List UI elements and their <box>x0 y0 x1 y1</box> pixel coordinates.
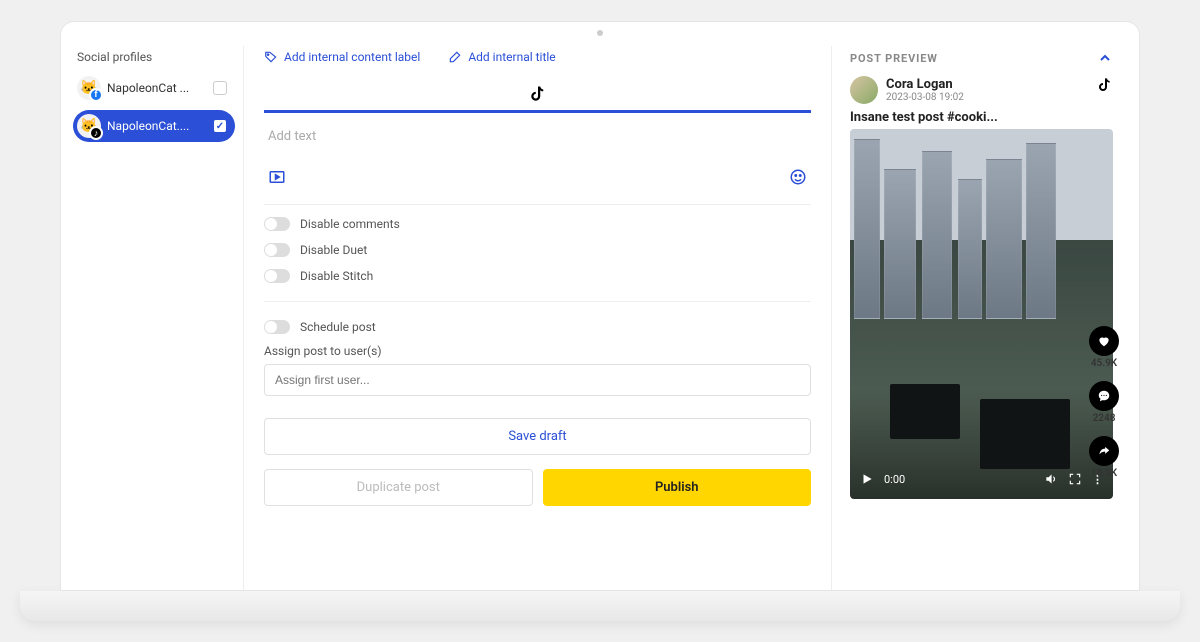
sidebar: Social profiles 🐱 f NapoleonCat ... 🐱 ♪ … <box>73 46 243 590</box>
preview-title: POST PREVIEW <box>850 52 938 65</box>
comment-count: 2248 <box>1093 413 1116 424</box>
camera-dot <box>597 30 603 36</box>
toggle-disable-comments[interactable]: Disable comments <box>264 217 811 231</box>
volume-icon[interactable] <box>1044 472 1058 486</box>
social-profile-facebook[interactable]: 🐱 f NapoleonCat ... <box>73 72 235 104</box>
tiktok-badge-icon: ♪ <box>89 126 103 140</box>
tiktok-icon <box>529 84 547 104</box>
toggle-switch[interactable] <box>264 243 290 257</box>
profile-checkbox[interactable] <box>213 81 227 95</box>
edit-icon <box>448 50 462 64</box>
save-draft-button[interactable]: Save draft <box>264 418 811 455</box>
link-text: Add internal title <box>468 50 555 64</box>
building-graphic <box>854 139 880 319</box>
like-count: 45.9K <box>1091 358 1117 369</box>
tiktok-icon <box>1097 76 1113 94</box>
building-graphic <box>884 169 916 319</box>
profile-label: NapoleonCat.... <box>107 119 207 133</box>
building-graphic <box>922 151 952 319</box>
toggle-label: Disable Stitch <box>300 269 373 283</box>
toggle-schedule-post[interactable]: Schedule post <box>264 320 811 334</box>
toggle-switch[interactable] <box>264 320 290 334</box>
avatar: 🐱 ♪ <box>77 114 101 138</box>
add-content-label-link[interactable]: Add internal content label <box>264 50 420 64</box>
emoji-picker-icon[interactable] <box>789 168 807 186</box>
toggle-label: Schedule post <box>300 320 376 334</box>
facebook-badge-icon: f <box>89 88 103 102</box>
share-count: 10.8K <box>1091 468 1117 479</box>
duplicate-post-button[interactable]: Duplicate post <box>264 469 533 506</box>
building-graphic <box>958 179 982 319</box>
laptop-base <box>20 591 1180 621</box>
preview-timestamp: 2023-03-08 19:02 <box>886 92 964 103</box>
tag-icon <box>264 50 278 64</box>
profile-label: NapoleonCat ... <box>107 81 207 95</box>
link-text: Add internal content label <box>284 50 420 64</box>
composer: Add internal content label Add internal … <box>243 46 832 590</box>
media-attach-icon[interactable] <box>268 168 286 186</box>
like-icon[interactable] <box>1089 326 1119 356</box>
video-time: 0:00 <box>884 473 905 486</box>
toggle-switch[interactable] <box>264 269 290 283</box>
play-icon[interactable] <box>860 472 874 486</box>
assign-label: Assign post to user(s) <box>264 344 811 358</box>
preview-caption: Insane test post #cooki... <box>850 110 1113 125</box>
preview-avatar <box>850 76 878 104</box>
avatar: 🐱 f <box>77 76 101 100</box>
toggle-label: Disable Duet <box>300 243 367 257</box>
post-text-input[interactable]: Add text <box>264 113 811 168</box>
toggle-disable-duet[interactable]: Disable Duet <box>264 243 811 257</box>
share-icon[interactable] <box>1089 436 1119 466</box>
building-graphic <box>986 159 1022 319</box>
fullscreen-icon[interactable] <box>1068 472 1082 486</box>
social-profile-tiktok[interactable]: 🐱 ♪ NapoleonCat.... ✓ <box>73 110 235 142</box>
comment-icon[interactable] <box>1089 381 1119 411</box>
toggle-disable-stitch[interactable]: Disable Stitch <box>264 269 811 283</box>
post-preview-panel: POST PREVIEW Cora Logan 2023-03-08 19:02 <box>832 46 1127 590</box>
sidebar-title: Social profiles <box>73 50 235 64</box>
preview-username: Cora Logan <box>886 77 964 92</box>
platform-tab-tiktok[interactable] <box>264 78 811 113</box>
toggle-label: Disable comments <box>300 217 400 231</box>
profile-checkbox-checked[interactable]: ✓ <box>213 119 227 133</box>
add-title-link[interactable]: Add internal title <box>448 50 555 64</box>
video-preview[interactable]: 0:00 ⋮ <box>850 129 1113 499</box>
building-graphic <box>1026 143 1056 319</box>
collapse-preview-icon[interactable] <box>1097 50 1113 66</box>
assign-user-input[interactable] <box>264 364 811 396</box>
publish-button[interactable]: Publish <box>543 469 812 506</box>
toggle-switch[interactable] <box>264 217 290 231</box>
pool-graphic <box>890 384 960 439</box>
